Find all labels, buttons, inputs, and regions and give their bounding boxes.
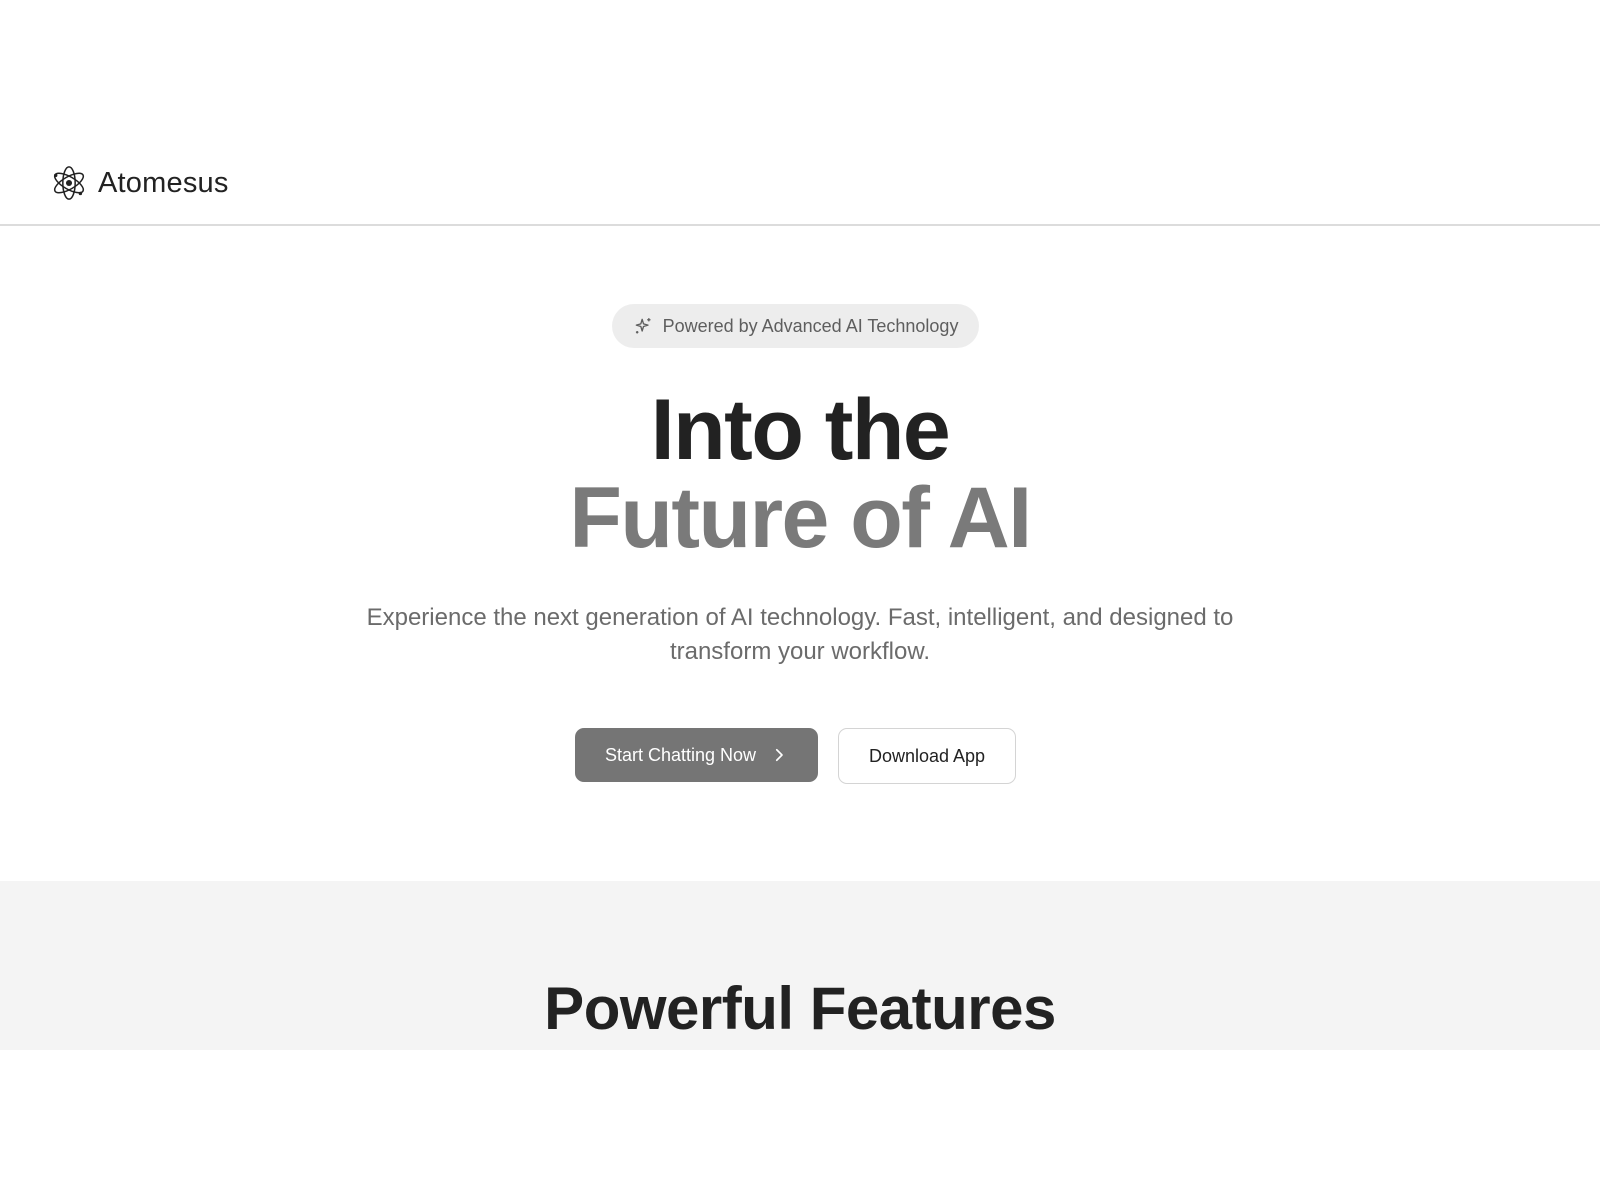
sparkles-icon [635, 318, 651, 334]
hero-subtitle: Experience the next generation of AI tec… [366, 604, 1234, 665]
chevron-right-icon [775, 748, 783, 762]
badge-text: Powered by Advanced AI Technology [662, 315, 959, 336]
start-chatting-label: Start Chatting Now [604, 744, 757, 765]
start-chatting-button[interactable]: Start Chatting Now [575, 728, 818, 782]
headline-line-1: Into the [650, 382, 951, 478]
announcement-badge: Powered by Advanced AI Technology [612, 304, 979, 348]
atom-icon [53, 166, 85, 200]
landing-page: Atomesus Powered by Advanced AI Technolo… [0, 0, 1600, 1200]
download-app-button[interactable]: Download App [838, 728, 1016, 784]
headline-line-2: Future of AI [569, 470, 1032, 566]
site-header: Atomesus [0, 140, 1600, 226]
cta-row: Start Chatting Now Download App [0, 728, 1600, 784]
features-title: Powerful Features [544, 975, 1056, 1042]
hero-section: Powered by Advanced AI Technology Into t… [0, 226, 1600, 881]
brand-name: Atomesus [98, 166, 229, 199]
brand-logo-link[interactable]: Atomesus [50, 164, 229, 202]
features-section: Powerful Features [0, 881, 1600, 1050]
hero-headline: Into the Future of AI [0, 386, 1600, 562]
download-app-label: Download App [868, 745, 986, 766]
